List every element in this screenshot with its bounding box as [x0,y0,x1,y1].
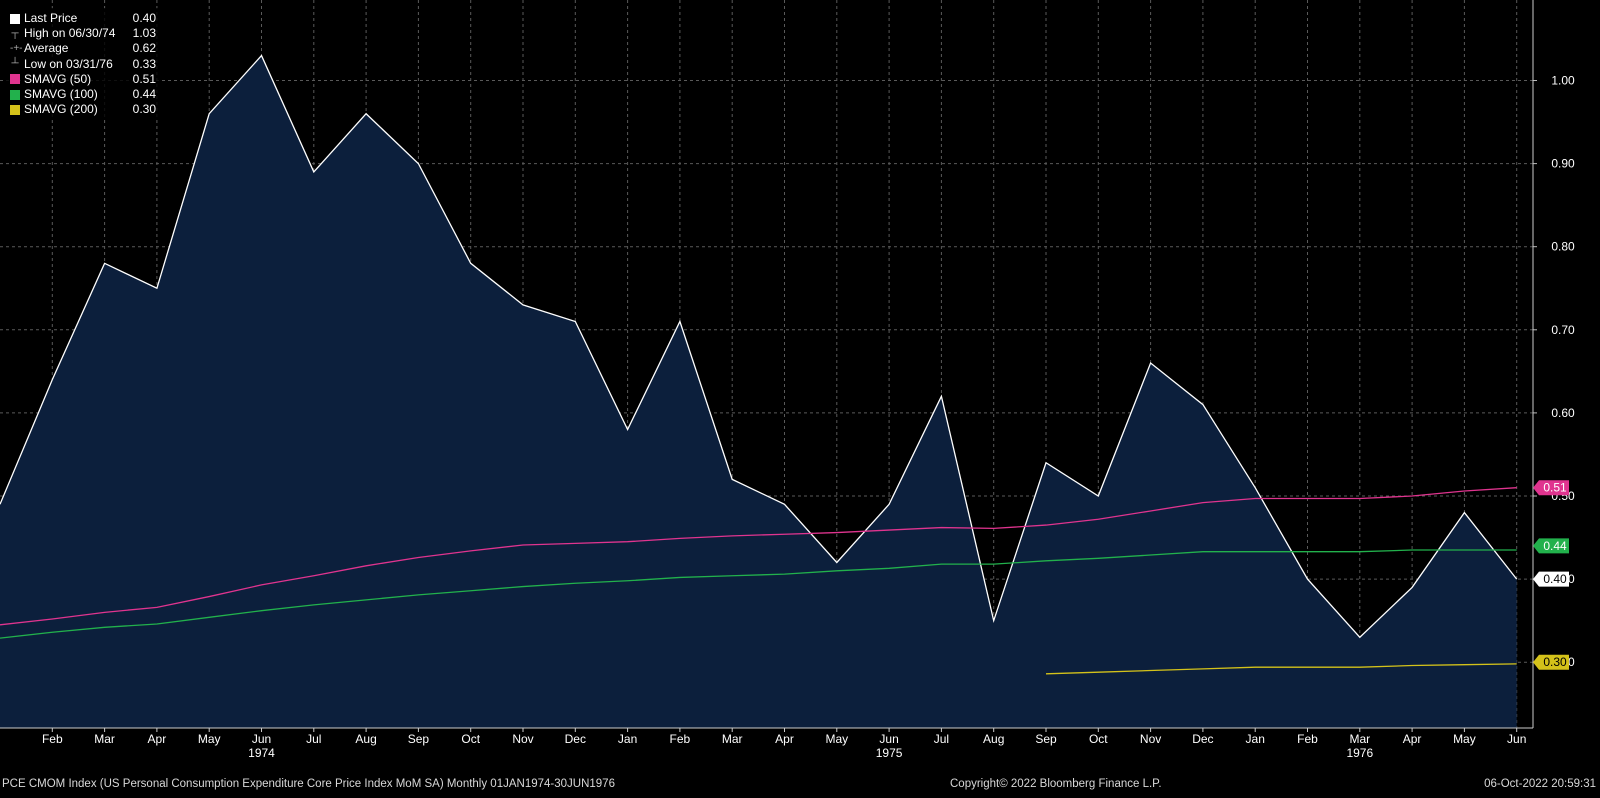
legend-label-smavg-50: SMAVG (50) [24,71,92,86]
y-tick-label: 1.00 [1551,74,1575,88]
legend-value-last-price: 0.40 [132,11,156,25]
axis-badge-label: 0.51 [1543,481,1567,495]
legend-value-low: 0.33 [132,56,156,71]
legend-marker-smavg-50 [10,74,20,85]
x-tick-label: Oct [461,732,480,746]
legend-row-high: ┬ High on 06/30/74 1.03 [10,26,156,41]
x-tick-label: Dec [565,732,586,746]
x-tick-label: Apr [1403,732,1422,746]
average-marker-icon: -+- [10,43,23,54]
area-fill-last-price [0,55,1517,728]
x-tick-label: Nov [1140,732,1161,746]
x-year-label: 1974 [248,746,275,760]
legend-marker-smavg-200 [10,104,20,115]
y-tick-label: 0.60 [1551,406,1575,420]
x-tick-label: Jun [252,732,271,746]
x-tick-label: Feb [670,732,691,746]
legend-label-smavg-200: SMAVG (200) [24,102,98,117]
footer-copyright: Copyright© 2022 Bloomberg Finance L.P. [950,778,1162,790]
legend: Last Price 0.40 ┬ High on 06/30/74 1.03 … [6,8,162,121]
legend-value-smavg-100: 0.44 [132,87,156,102]
x-tick-label: Jul [934,732,949,746]
x-tick-label: Sep [408,732,430,746]
axis-badge-0-51: 0.51 [1533,480,1569,496]
legend-label-smavg-100: SMAVG (100) [24,87,98,102]
x-tick-label: Mar [1349,732,1370,746]
legend-row-last-price: Last Price 0.40 [10,11,156,26]
chart-svg: 1.000.900.800.700.600.500.400.30FebMarAp… [0,0,1575,760]
legend-label-average: Average [24,41,69,56]
x-tick-label: Feb [1297,732,1318,746]
axis-badge-label: 0.40 [1543,572,1567,586]
x-tick-label: May [825,732,848,746]
x-tick-label: May [1453,732,1476,746]
badge-layer: 0.51 0.44 0.40 0.30 [1533,480,1569,670]
legend-marker-smavg-100 [10,89,20,100]
axis-badge-0-40: 0.40 [1533,571,1569,587]
legend-row-average: -+- Average 0.62 [10,41,156,56]
axis-badge-label: 0.44 [1543,539,1567,553]
legend-row-smavg-50: SMAVG (50) 0.51 [10,72,156,87]
x-tick-label: Feb [42,732,63,746]
legend-label-last-price: Last Price [24,11,78,25]
axis-badge-0-44: 0.44 [1533,538,1569,554]
legend-value-smavg-200: 0.30 [132,102,156,117]
x-tick-label: Jan [618,732,637,746]
legend-value-high: 1.03 [132,26,156,41]
footer-timestamp: 06-Oct-2022 20:59:31 [1484,778,1596,790]
x-tick-label: Dec [1192,732,1213,746]
y-tick-label: 0.90 [1551,157,1575,171]
x-year-label: 1976 [1346,746,1373,760]
x-tick-label: Nov [512,732,533,746]
x-tick-label: Apr [148,732,167,746]
x-tick-label: Oct [1089,732,1108,746]
low-marker-icon: ┴ [11,58,19,70]
x-tick-label: Aug [983,732,1004,746]
x-tick-label: Jul [306,732,321,746]
footer: PCE CMOM Index (US Personal Consumption … [0,777,1600,793]
chart-root: 1.000.900.800.700.600.500.400.30FebMarAp… [0,0,1600,793]
legend-value-average: 0.62 [132,41,156,56]
legend-value-smavg-50: 0.51 [132,71,156,86]
x-tick-label: Jan [1246,732,1265,746]
legend-label-low: Low on 03/31/76 [24,56,113,71]
axis-badge-label: 0.30 [1543,655,1567,669]
axis-badge-0-30: 0.30 [1533,654,1569,670]
x-tick-label: Aug [355,732,376,746]
legend-row-smavg-200: SMAVG (200) 0.30 [10,102,156,117]
x-tick-label: Sep [1035,732,1057,746]
x-year-label: 1975 [876,746,903,760]
footer-description: PCE CMOM Index (US Personal Consumption … [2,778,615,790]
legend-label-high: High on 06/30/74 [24,26,116,41]
x-tick-label: Apr [775,732,794,746]
x-tick-label: May [198,732,221,746]
x-tick-label: Jun [1507,732,1526,746]
legend-marker-last-price [10,13,20,24]
legend-row-low: ┴ Low on 03/31/76 0.33 [10,57,156,72]
series-layer [0,54,1518,728]
y-tick-label: 0.70 [1551,323,1575,337]
y-tick-label: 0.80 [1551,240,1575,254]
legend-row-smavg-100: SMAVG (100) 0.44 [10,87,156,102]
high-marker-icon: ┬ [11,27,19,39]
x-tick-label: Mar [722,732,743,746]
x-tick-label: Jun [879,732,898,746]
x-tick-label: Mar [94,732,115,746]
